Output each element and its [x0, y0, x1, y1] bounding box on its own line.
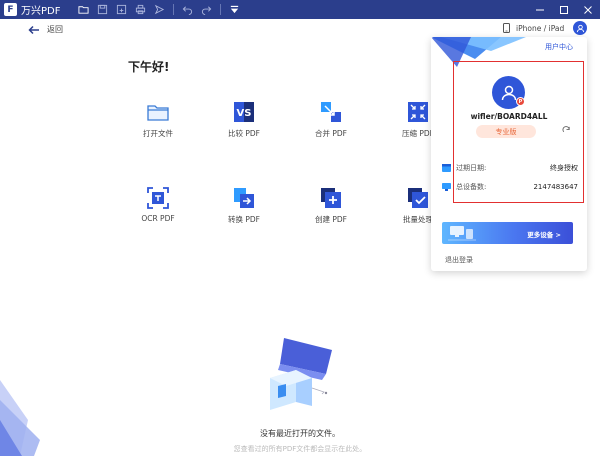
- app-title: 万兴PDF: [21, 6, 61, 17]
- expiry-label: 过期日期:: [456, 164, 487, 172]
- account-avatar-button[interactable]: [573, 21, 587, 35]
- app-logo-letter: F: [7, 4, 14, 15]
- user-icon: [501, 85, 516, 100]
- svg-text:VS: VS: [237, 108, 252, 119]
- empty-files-illustration: [270, 338, 332, 410]
- greeting-heading: 下午好!: [128, 60, 170, 74]
- save-icon[interactable]: [93, 0, 112, 19]
- arrow-left-icon: [28, 25, 39, 34]
- calendar-icon: [442, 164, 451, 172]
- device-connect-button[interactable]: iPhone / iPad: [503, 23, 564, 33]
- tool-ocr-pdf[interactable]: OCR PDF: [123, 186, 193, 223]
- tool-label: 批量处理: [403, 215, 433, 224]
- more-devices-banner[interactable]: 更多设备 >: [442, 222, 573, 244]
- tool-label: 压缩 PDF: [402, 129, 434, 138]
- monitor-icon: [442, 183, 451, 191]
- app-logo: F: [4, 3, 17, 16]
- pro-status-letter: P: [518, 98, 523, 105]
- devices-label: 总设备数:: [456, 183, 487, 191]
- redo-icon[interactable]: [197, 0, 216, 19]
- tool-create-pdf[interactable]: 创建 PDF: [296, 186, 366, 225]
- toolbar-divider: [173, 4, 175, 15]
- expiry-row: 过期日期: 终身授权: [442, 163, 578, 173]
- create-icon: [321, 188, 341, 208]
- devices-illustration: [448, 226, 476, 241]
- expiry-value: 终身授权: [550, 164, 578, 172]
- dropdown-menu-icon[interactable]: [225, 0, 244, 19]
- refresh-icon[interactable]: [562, 126, 571, 135]
- open-folder-icon[interactable]: [74, 0, 93, 19]
- phone-icon: [503, 23, 510, 33]
- plan-badge: 专业版: [476, 125, 536, 138]
- corner-decoration: [0, 380, 40, 456]
- convert-icon: [234, 188, 254, 208]
- folder-icon: [147, 105, 169, 121]
- share-icon[interactable]: [150, 0, 169, 19]
- tool-convert-pdf[interactable]: 转换 PDF: [209, 186, 279, 225]
- devices-row: 总设备数: 2147483647: [442, 182, 578, 192]
- undo-icon[interactable]: [178, 0, 197, 19]
- batch-icon: [408, 188, 428, 208]
- compress-icon: [408, 102, 428, 122]
- close-button[interactable]: [576, 0, 600, 19]
- more-devices-label: 更多设备 >: [527, 231, 561, 239]
- ocr-scan-icon: [147, 187, 169, 209]
- toolbar-divider: [220, 4, 222, 15]
- device-label: iPhone / iPad: [516, 23, 565, 33]
- merge-icon: [321, 102, 341, 122]
- empty-state-hint: 您查看过的所有PDF文件都会显示在此处。: [233, 445, 367, 453]
- minimize-button[interactable]: [528, 0, 552, 19]
- back-button[interactable]: 返回: [28, 24, 63, 35]
- username: wifler/BOARD4ALL: [470, 112, 548, 121]
- tool-label: 打开文件: [143, 129, 173, 138]
- user-icon: [576, 24, 584, 32]
- tool-label: 合并 PDF: [315, 129, 347, 138]
- save-as-icon[interactable]: [112, 0, 131, 19]
- user-center-link[interactable]: 用户中心: [545, 42, 573, 52]
- tool-label: 转换 PDF: [228, 215, 260, 224]
- compare-icon: VS: [234, 102, 254, 122]
- account-panel: 用户中心 P wifler/BOARD4ALL 专业版 过期日期: 终身授权 总…: [431, 37, 587, 271]
- empty-state-message: 没有最近打开的文件。: [260, 429, 340, 438]
- pro-status-badge: P: [516, 97, 525, 106]
- tool-compare-pdf[interactable]: VS 比较 PDF: [209, 100, 279, 139]
- back-label: 返回: [47, 25, 63, 34]
- tool-label: 创建 PDF: [315, 215, 347, 224]
- tool-open-file[interactable]: 打开文件: [123, 100, 193, 139]
- print-icon[interactable]: [131, 0, 150, 19]
- maximize-button[interactable]: [552, 0, 576, 19]
- tool-label: 比较 PDF: [228, 129, 260, 138]
- devices-value: 2147483647: [533, 183, 578, 191]
- tool-label: OCR PDF: [141, 214, 175, 223]
- title-bar: F 万兴PDF: [0, 0, 600, 19]
- logout-link[interactable]: 退出登录: [445, 255, 473, 265]
- tool-merge-pdf[interactable]: 合并 PDF: [296, 100, 366, 139]
